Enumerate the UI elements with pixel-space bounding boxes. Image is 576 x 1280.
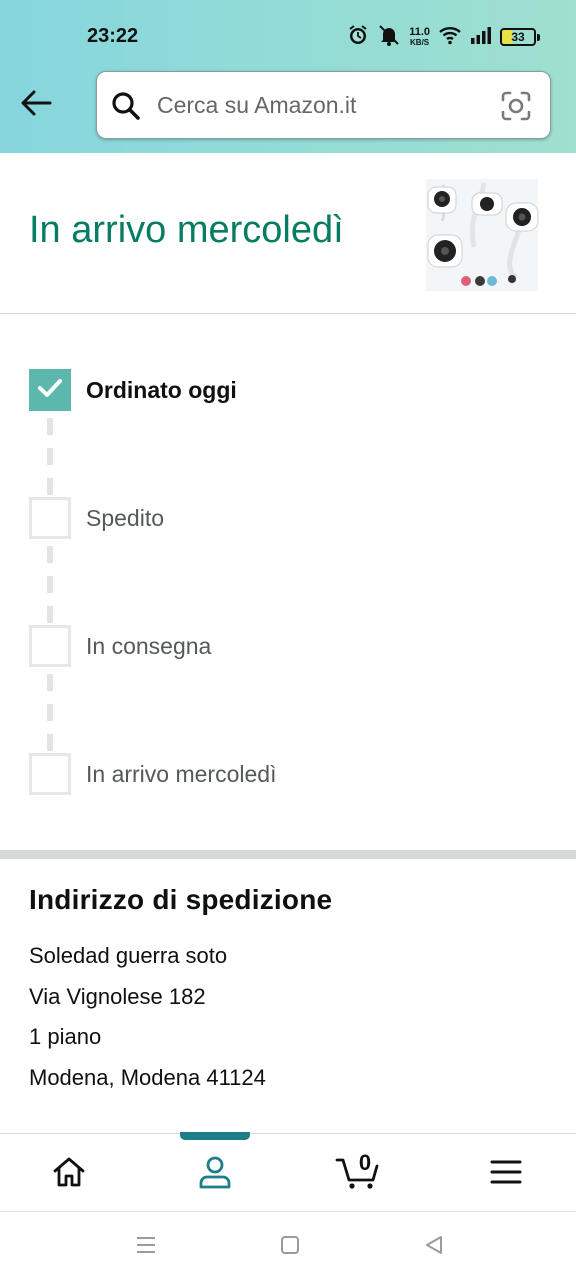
tracker-connector — [47, 704, 53, 721]
search-input[interactable] — [157, 86, 487, 124]
tracker-connector — [47, 576, 53, 593]
status-time: 23:22 — [87, 25, 139, 47]
step-label: Spedito — [86, 504, 165, 531]
shipping-address: Indirizzo di spedizione Soledad guerra s… — [29, 884, 549, 1098]
arrival-section: In arrivo mercoledì — [0, 153, 576, 314]
address-line: Soledad guerra soto — [29, 943, 228, 968]
search-icon — [111, 91, 141, 126]
recent-apps-icon — [135, 1234, 157, 1261]
home-icon — [52, 1156, 86, 1193]
tracker-step-ordered: Ordinato oggi — [29, 369, 237, 411]
tracker-step-out-for-delivery: In consegna — [29, 625, 211, 667]
system-menu-button[interactable] — [133, 1234, 159, 1260]
tracker-connector — [47, 674, 53, 691]
mute-icon — [377, 24, 401, 51]
address-line: Via Vignolese 182 — [29, 983, 206, 1009]
step-checkbox — [29, 497, 71, 539]
system-nav-bar — [0, 1211, 576, 1280]
tracker-connector — [47, 478, 53, 495]
step-checkbox — [29, 753, 71, 795]
tracker-connector — [47, 546, 53, 563]
square-home-icon — [279, 1234, 301, 1261]
shipment-tracker: Ordinato oggi Spedito In consegna In arr… — [0, 315, 576, 850]
net-speed-value: 11.0 — [409, 25, 430, 38]
system-home-button[interactable] — [277, 1234, 303, 1260]
signal-icon — [470, 26, 492, 49]
search-bar[interactable] — [96, 71, 551, 139]
status-icons: 11.0 KB/S 33 — [347, 22, 540, 52]
tracker-step-arriving: In arrivo mercoledì — [29, 753, 276, 795]
cart-count: 0 — [358, 1150, 372, 1175]
wifi-icon — [438, 25, 462, 50]
nav-account[interactable] — [185, 1152, 245, 1196]
step-label: In consegna — [86, 632, 212, 659]
nav-menu[interactable] — [476, 1152, 536, 1196]
menu-icon — [490, 1159, 522, 1190]
arrival-title: In arrivo mercoledì — [29, 209, 344, 251]
back-arrow-icon — [20, 90, 52, 121]
address-line: Modena, Modena 41124 — [29, 1064, 266, 1090]
top-header: 23:22 11.0 KB/S 33 — [0, 0, 576, 153]
section-divider — [0, 850, 576, 859]
address-line: 1 piano — [29, 1024, 102, 1049]
step-label: Ordinato oggi — [86, 376, 237, 403]
net-speed-unit: KB/S — [410, 37, 430, 47]
check-icon — [37, 377, 63, 404]
tracker-connector — [47, 606, 53, 623]
tracker-connector — [47, 734, 53, 751]
tracker-step-shipped: Spedito — [29, 497, 164, 539]
active-tab-indicator — [180, 1132, 250, 1140]
net-speed: 11.0 KB/S — [409, 25, 430, 48]
tracker-connector — [47, 448, 53, 465]
step-label: In arrivo mercoledì — [86, 760, 277, 787]
back-button[interactable] — [18, 88, 54, 122]
battery-icon: 33 — [500, 28, 540, 46]
system-back-button[interactable] — [421, 1234, 447, 1260]
alarm-icon — [347, 24, 369, 51]
step-checkbox — [29, 625, 71, 667]
triangle-back-icon — [423, 1234, 445, 1261]
camera-scan-icon[interactable] — [500, 90, 532, 127]
tracker-connector — [47, 418, 53, 435]
nav-home[interactable] — [39, 1152, 99, 1196]
account-icon — [198, 1155, 232, 1194]
product-image[interactable] — [418, 177, 542, 295]
bottom-nav: 0 — [0, 1132, 576, 1211]
step-checkbox-checked — [29, 369, 71, 411]
address-title: Indirizzo di spedizione — [29, 884, 333, 915]
